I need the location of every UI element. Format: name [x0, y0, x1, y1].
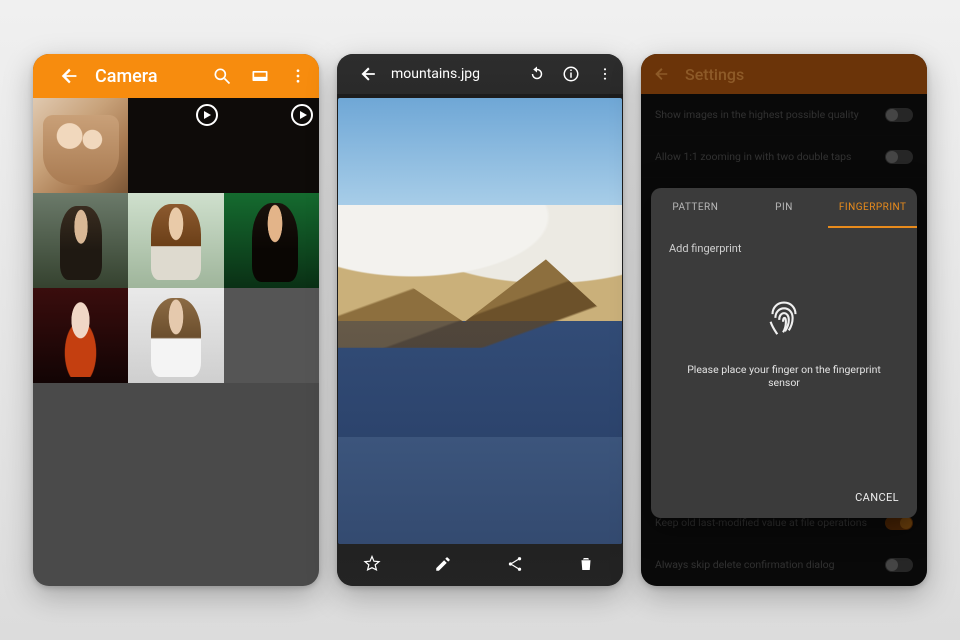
info-icon[interactable] — [561, 64, 581, 84]
thumbnail[interactable] — [128, 288, 223, 383]
search-icon[interactable] — [211, 65, 233, 87]
back-icon[interactable] — [653, 65, 671, 83]
viewer-appbar: mountains.jpg — [337, 54, 623, 94]
slideshow-icon[interactable] — [249, 65, 271, 87]
tab-pin[interactable]: PIN — [740, 188, 829, 228]
tab-fingerprint[interactable]: FINGERPRINT — [828, 188, 917, 228]
image-content — [338, 98, 622, 544]
fingerprint-area: Please place your finger on the fingerpr… — [651, 269, 917, 491]
fingerprint-icon — [761, 293, 807, 343]
thumbnail[interactable] — [33, 98, 128, 193]
cancel-button[interactable]: CANCEL — [855, 491, 899, 504]
rotate-icon[interactable] — [527, 64, 547, 84]
thumbnail[interactable] — [33, 193, 128, 288]
settings-appbar: Settings — [641, 54, 927, 94]
thumbnail[interactable] — [128, 98, 223, 193]
image-viewport[interactable] — [337, 94, 623, 544]
play-icon — [291, 104, 313, 126]
share-icon[interactable] — [506, 555, 526, 575]
settings-screen: Settings Show images in the highest poss… — [641, 54, 927, 586]
back-icon[interactable] — [359, 64, 379, 84]
fingerprint-hint: Please place your finger on the fingerpr… — [651, 363, 917, 389]
settings-title: Settings — [685, 65, 744, 84]
thumbnail[interactable] — [33, 288, 128, 383]
viewer-filename: mountains.jpg — [391, 66, 513, 82]
thumbnail[interactable] — [224, 98, 319, 193]
lock-sheet: PATTERN PIN FINGERPRINT Add fingerprint … — [651, 188, 917, 518]
back-icon[interactable] — [59, 65, 81, 87]
thumbnail[interactable] — [128, 193, 223, 288]
gallery-title: Camera — [95, 66, 195, 87]
overflow-icon[interactable] — [287, 65, 309, 87]
overflow-icon[interactable] — [595, 64, 615, 84]
gallery-appbar: Camera — [33, 54, 319, 98]
edit-icon[interactable] — [434, 555, 454, 575]
gallery-screen: Camera — [33, 54, 319, 586]
thumbnail-grid — [33, 98, 319, 383]
thumbnail[interactable] — [224, 193, 319, 288]
delete-icon[interactable] — [577, 555, 597, 575]
play-icon — [196, 104, 218, 126]
favorite-icon[interactable] — [363, 555, 383, 575]
viewer-bottombar — [337, 544, 623, 586]
sheet-subtitle: Add fingerprint — [651, 228, 917, 269]
lock-tabs: PATTERN PIN FINGERPRINT — [651, 188, 917, 228]
tab-pattern[interactable]: PATTERN — [651, 188, 740, 228]
viewer-screen: mountains.jpg — [337, 54, 623, 586]
